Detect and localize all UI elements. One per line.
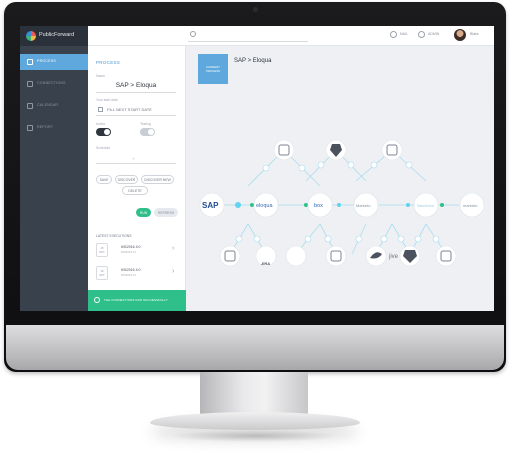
schedule-field[interactable]: + [96,154,176,164]
execution-end: 6/5/2016 4:1 [121,250,137,254]
start-date-value: FILL NEXT START DATE [107,107,152,112]
sidebar-item-label: CONNECTIONS [37,81,66,85]
execution-day: 15 [100,270,104,273]
mail-icon[interactable] [390,31,397,38]
delete-button[interactable]: DELETE [122,186,148,195]
camera-dot [253,7,258,12]
execution-date-box: 15 OCT [96,266,108,280]
schedule-label: Schedule [96,146,111,150]
notice-text: THE CONNECTIONS RAN SUCCESSFULLY [104,298,168,302]
discover-button[interactable]: DISCOVER [115,175,138,184]
brand[interactable]: PublicForward [20,26,88,46]
search-input[interactable] [188,30,308,42]
sidebar-item-label: REPORT [37,125,54,129]
topbar-mail[interactable]: MAIL [400,32,408,36]
app-nodes [199,139,485,267]
execution-month: OCT [99,251,105,254]
logo-icon [26,31,36,41]
sidebar-item-report[interactable]: REPORT [20,120,88,136]
run-button[interactable]: RUN [136,208,151,217]
calendar-icon [27,103,33,109]
save-button[interactable]: SAVE [96,175,112,184]
admin-icon[interactable] [418,31,425,38]
flow-diagram: SAP eloqua box Marketo Salesforce market… [199,139,485,267]
report-icon [27,125,33,131]
process-icon [27,59,33,65]
testing-label: Testing [140,122,151,126]
monitor-chin [6,325,504,370]
name-label: Name [96,74,106,78]
sidebar-nav: PROCESS CONNECTIONS CALENDAR REPORT [20,46,88,311]
marketo-logo: Marketo [356,203,371,208]
execution-end: 6/5/2016 4:1 [121,273,137,277]
execution-start: 6/5/2016 4:0 [121,268,141,272]
chevron-right-icon: › [172,245,175,252]
process-name-field[interactable]: SAP > Eloqua [96,82,176,93]
sidebar-item-label: CALENDAR [37,103,59,107]
eloqua-logo: eloqua [256,203,273,209]
testing-toggle[interactable] [140,128,155,136]
monitor-base [150,412,360,430]
execution-item[interactable]: 15 OCT 6/5/2016 4:0 6/5/2016 4:1 › [96,242,180,260]
sidebar-item-calendar[interactable]: CALENDAR [20,98,88,114]
calendar-icon [98,107,103,112]
active-toggle[interactable] [96,128,111,136]
box-logo: box [314,203,323,209]
jive-logo: jive [388,254,399,260]
check-icon [94,297,100,303]
active-label: Active [96,122,106,126]
base-shadow [170,430,340,442]
top-bar: PublicForward MAIL ADMIN Blake [20,26,494,46]
execution-month: OCT [99,274,105,277]
chevron-right-icon: › [172,268,175,275]
success-notice: THE CONNECTIONS RAN SUCCESSFULLY [88,290,186,311]
execution-day: 15 [100,247,104,250]
link-icon [27,81,33,87]
sidebar-item-label: PROCESS [37,59,56,63]
refresh-button[interactable]: REFRESH [154,208,178,217]
jira-logo: JIRA [261,261,270,266]
sidebar-item-connections[interactable]: CONNECTIONS [20,76,88,92]
brand-name: PublicForward [39,32,75,38]
avatar[interactable] [454,29,466,41]
process-canvas: CURRENT PROCESS SAP > Eloqua SAP eloqua … [186,46,494,311]
marketo-logo-2: marketo [463,203,478,208]
toggle-knob [104,129,110,135]
executions-label: LATEST EXECUTIONS [96,234,132,238]
process-panel: PROCESS Name SAP > Eloqua Your start dat… [88,46,186,311]
salesforce-logo: Salesforce [417,204,434,208]
sidebar-item-process[interactable]: PROCESS [20,54,88,70]
schedule-value: + [132,156,135,161]
execution-item[interactable]: 15 OCT 6/5/2016 4:0 6/5/2016 4:1 › [96,265,180,283]
execution-start: 6/5/2016 4:0 [121,245,141,249]
topbar-admin[interactable]: ADMIN [428,32,439,36]
search-icon [190,31,196,37]
panel-title: PROCESS [96,60,121,65]
start-date-field[interactable]: FILL NEXT START DATE [96,106,176,116]
sap-logo: SAP [202,201,219,210]
discover-new-button[interactable]: DISCOVER NEW [141,175,174,184]
user-name[interactable]: Blake [470,32,479,36]
toggle-knob [148,129,154,135]
start-date-label: Your start date [96,98,118,102]
execution-date-box: 15 OCT [96,243,108,257]
app-screen: PublicForward MAIL ADMIN Blake PROCESS C… [20,26,494,311]
